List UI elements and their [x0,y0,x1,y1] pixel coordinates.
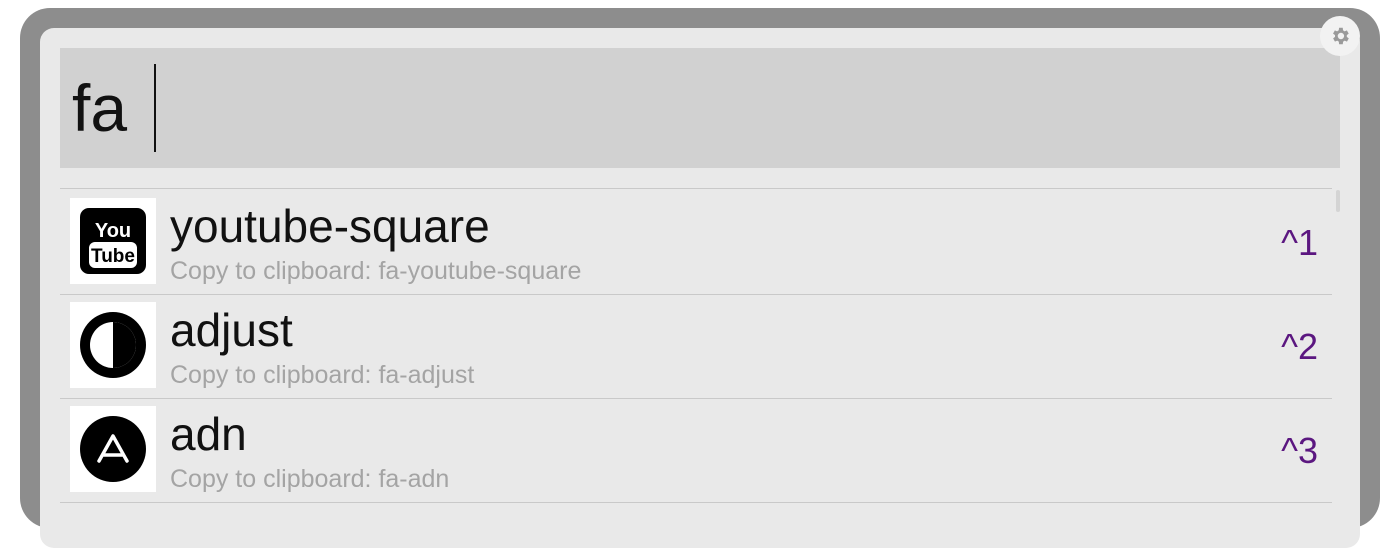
result-item-adjust[interactable]: adjust Copy to clipboard: fa-adjust ^2 [60,294,1332,399]
launcher-window: fa You Tube youtube-square Copy to clipb… [20,8,1380,548]
adn-icon-graphic [80,416,146,482]
adn-icon [70,406,156,492]
launcher-panel: fa You Tube youtube-square Copy to clipb… [40,28,1360,548]
result-subtitle: Copy to clipboard: fa-adn [170,465,450,493]
youtube-square-icon: You Tube [70,198,156,284]
result-subtitle: Copy to clipboard: fa-youtube-square [170,257,582,285]
result-shortcut: ^2 [1281,326,1318,367]
search-input[interactable]: fa [60,48,1340,168]
result-item-adn[interactable]: adn Copy to clipboard: fa-adn ^3 [60,398,1332,503]
youtube-icon-text-bottom: Tube [91,246,135,267]
result-title: adjust [170,304,293,356]
results-scrollbar[interactable] [1336,190,1340,212]
gear-icon [1333,27,1349,45]
adjust-icon [70,302,156,388]
text-caret [154,64,156,152]
youtube-square-icon-graphic: You Tube [80,208,146,274]
result-shortcut: ^3 [1281,430,1318,471]
result-subtitle: Copy to clipboard: fa-adjust [170,361,475,389]
youtube-icon-text-top: You [95,220,131,242]
settings-button[interactable] [1320,16,1360,56]
result-item-youtube-square[interactable]: You Tube youtube-square Copy to clipboar… [60,190,1332,295]
results-divider [60,188,1332,189]
result-title: adn [170,408,247,460]
result-title: youtube-square [170,200,490,252]
search-query-text[interactable]: fa [72,70,127,146]
adjust-icon-graphic [80,312,146,378]
result-shortcut: ^1 [1281,222,1318,263]
